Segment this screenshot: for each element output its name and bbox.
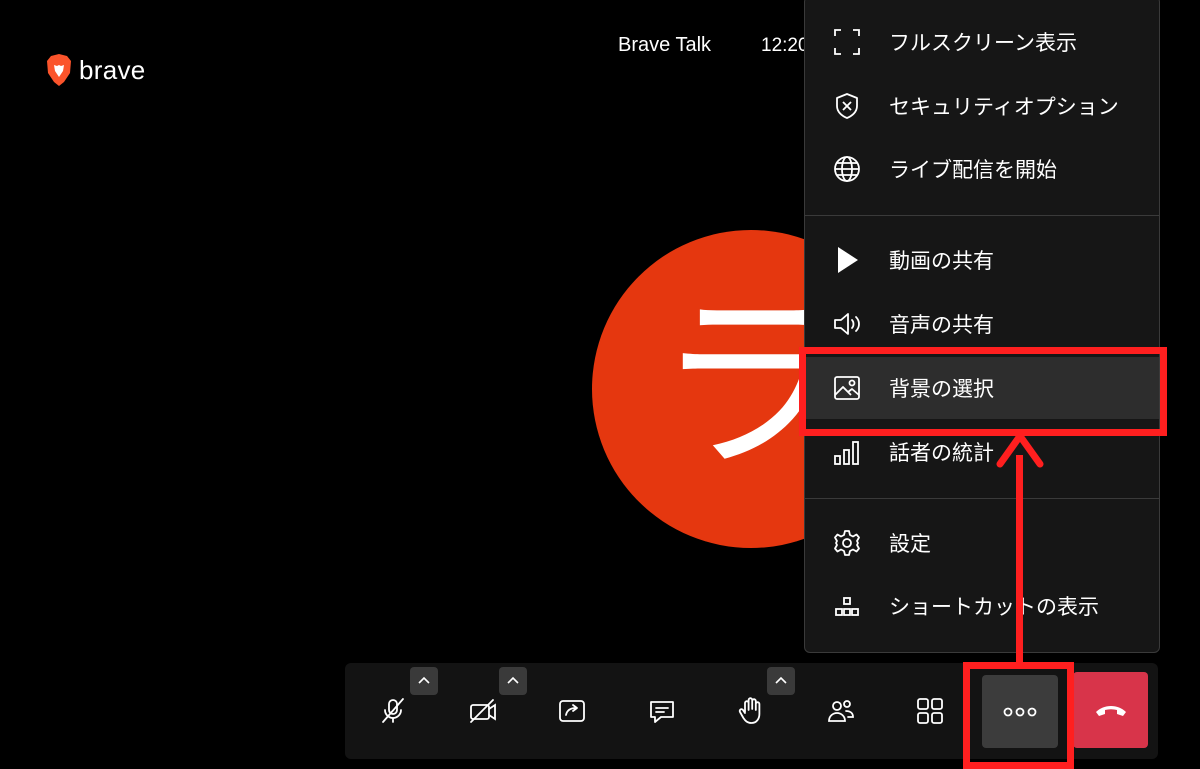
share-screen-icon xyxy=(559,700,585,722)
ellipsis-icon xyxy=(1003,707,1037,716)
menu-item-label: 話者の統計 xyxy=(889,441,994,465)
hand-icon xyxy=(738,697,761,724)
shield-x-icon xyxy=(836,93,858,119)
chat-icon xyxy=(650,701,674,723)
hangup-icon xyxy=(1095,706,1126,716)
more-actions-button[interactable] xyxy=(982,675,1058,748)
camera-off-icon xyxy=(470,699,496,723)
chat-button[interactable] xyxy=(634,683,690,739)
annotation-arrow-shaft xyxy=(1016,455,1023,665)
bar-chart-icon xyxy=(834,441,859,465)
camera-button[interactable] xyxy=(455,683,511,739)
speaker-icon xyxy=(834,313,860,335)
menu-item-label: セキュリティオプション xyxy=(889,95,1119,119)
fullscreen-icon xyxy=(834,29,860,55)
menu-item-label: フルスクリーン表示 xyxy=(889,31,1077,55)
participants-icon xyxy=(828,700,854,722)
more-actions-menu: フルスクリーン表示 セキュリティオプション ライブ配信を開始 動画の共有 音声の… xyxy=(804,0,1160,653)
mic-off-icon xyxy=(382,698,404,723)
menu-item-security-options[interactable]: セキュリティオプション xyxy=(805,75,1159,137)
menu-item-label: 背景の選択 xyxy=(889,377,994,401)
grid-icon xyxy=(917,698,943,724)
tile-view-button[interactable] xyxy=(902,683,958,739)
hang-up-button[interactable] xyxy=(1073,672,1148,748)
shortcuts-icon xyxy=(835,597,859,616)
menu-item-keyboard-shortcuts[interactable]: ショートカットの表示 xyxy=(805,575,1159,637)
menu-item-label: ショートカットの表示 xyxy=(889,595,1099,619)
menu-item-label: ライブ配信を開始 xyxy=(889,158,1057,182)
menu-item-share-audio[interactable]: 音声の共有 xyxy=(805,293,1159,355)
menu-item-select-background[interactable]: 背景の選択 xyxy=(805,357,1159,419)
globe-icon xyxy=(834,156,860,182)
menu-item-share-video[interactable]: 動画の共有 xyxy=(805,229,1159,291)
menu-item-label: 設定 xyxy=(889,532,931,556)
mute-microphone-button[interactable] xyxy=(365,683,421,739)
participants-button[interactable] xyxy=(813,683,869,739)
menu-item-label: 動画の共有 xyxy=(889,249,994,273)
share-screen-button[interactable] xyxy=(544,683,600,739)
annotation-arrow-head xyxy=(996,432,1044,468)
menu-item-fullscreen[interactable]: フルスクリーン表示 xyxy=(805,11,1159,73)
meeting-time: 12:20 xyxy=(761,35,809,56)
menu-item-settings[interactable]: 設定 xyxy=(805,512,1159,574)
menu-item-label: 音声の共有 xyxy=(889,313,994,337)
meeting-title: Brave Talk xyxy=(618,34,712,56)
menu-item-speaker-stats[interactable]: 話者の統計 xyxy=(805,421,1159,483)
gear-icon xyxy=(834,530,860,556)
menu-divider xyxy=(805,498,1159,499)
brave-lion-icon xyxy=(47,54,71,86)
image-icon xyxy=(834,376,860,400)
raise-hand-button[interactable] xyxy=(723,683,779,739)
menu-divider xyxy=(805,215,1159,216)
brave-logo: brave xyxy=(45,53,146,87)
menu-item-start-live-stream[interactable]: ライブ配信を開始 xyxy=(805,138,1159,200)
play-icon xyxy=(838,247,858,273)
brave-wordmark: brave xyxy=(79,54,146,85)
